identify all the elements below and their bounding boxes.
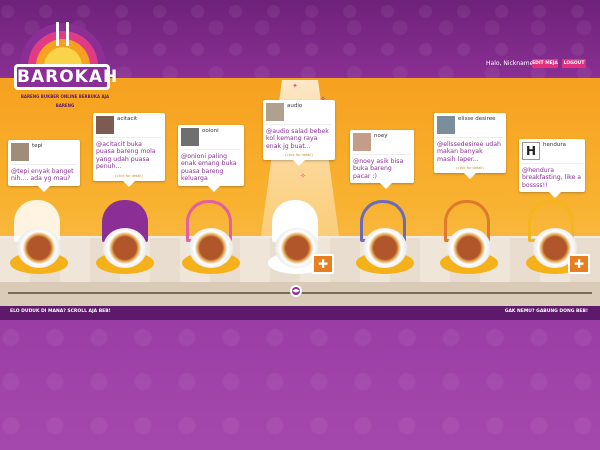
join-link[interactable]: GAK NEMU? GABUNG DONG BEB!: [505, 309, 588, 314]
avatar[interactable]: [96, 116, 114, 134]
bubble-username: tepi: [32, 143, 43, 149]
chat-bubble-tepi[interactable]: tepi @tepi enyak banget nih.... ada yg m…: [8, 140, 80, 192]
avatar[interactable]: [437, 116, 455, 134]
bubble-header: acitacit: [96, 116, 162, 138]
scroll-hint-text: ELO DUDUK DI MANA? SCROLL AJA BEB!: [10, 309, 111, 314]
food-plate[interactable]: [17, 228, 61, 268]
bubble-header: elisse desiree: [437, 116, 503, 138]
confetti: ✧: [300, 172, 306, 180]
bubble-username: elisse desiree: [458, 116, 496, 122]
bubble-message: @noey asik bisa buka bareng pacar :): [353, 158, 404, 180]
bubble-username: hendura: [543, 142, 566, 148]
food-plate[interactable]: [363, 228, 407, 268]
gift-icon[interactable]: ✚: [568, 254, 590, 274]
logo-title: BAROKAH: [14, 64, 117, 90]
bubble-header: ooioni: [181, 128, 241, 150]
bubble-username: audio: [287, 103, 303, 109]
bubble-header: noey: [353, 133, 411, 155]
avatar[interactable]: [353, 133, 371, 151]
detail-link[interactable]: (click for detail): [266, 153, 332, 157]
bubble-header: audio: [266, 103, 332, 125]
edit-table-button[interactable]: EDIT MEJA: [532, 59, 558, 68]
bubble-message: @elissedesiree udah makan banyak masih l…: [437, 141, 501, 163]
confetti: ✦: [292, 82, 298, 90]
bubble-username: acitacit: [117, 116, 138, 122]
barokah-logo[interactable]: BAROKAH BARENG BUKBER ONLINE BERBUKA AJA…: [8, 8, 118, 108]
logout-button[interactable]: LOGOUT: [562, 59, 586, 68]
bubble-message: @hendura breakfasting, like a bossss!!: [522, 167, 582, 189]
chat-bubble-hendura[interactable]: H hendura @hendura breakfasting, like a …: [519, 139, 585, 199]
footer-background: [0, 320, 600, 450]
food-plate[interactable]: [447, 228, 491, 268]
chat-bubble-audio[interactable]: audio @audio salad bebek kol kemang raya…: [263, 100, 335, 167]
detail-link[interactable]: (click for detail): [96, 174, 162, 178]
bubble-username: ooioni: [202, 128, 219, 134]
chat-bubble-noey[interactable]: noey @noey asik bisa buka bareng pacar :…: [350, 130, 414, 190]
bubble-message: @onioni paling enak emang buka puasa bar…: [181, 153, 237, 183]
chat-bubble-elisse-desiree[interactable]: elisse desiree @elissedesiree udah makan…: [434, 113, 506, 180]
game-stage: ✦ ✧ ✦ ✦ ✧ BAROKAH BARENG BUKBER ONLINE B…: [0, 0, 600, 450]
food-plate[interactable]: [189, 228, 233, 268]
logo-tagline: BARENG BUKBER ONLINE BERBUKA AJA BARENG: [20, 92, 110, 108]
bubble-message: @acitacit buka puasa bareng mola yang ud…: [96, 141, 156, 171]
gift-icon[interactable]: ✚: [312, 254, 334, 274]
bubble-message: @audio salad bebek kol kemang raya enak …: [266, 128, 329, 150]
detail-link[interactable]: (click for detail): [437, 166, 503, 170]
bubble-header: H hendura: [522, 142, 582, 164]
food-plate[interactable]: [103, 228, 147, 268]
bubble-username: noey: [374, 133, 388, 139]
avatar[interactable]: [266, 103, 284, 121]
avatar[interactable]: H: [522, 142, 540, 160]
bubble-header: tepi: [11, 143, 77, 165]
avatar[interactable]: [181, 128, 199, 146]
chat-bubble-ooioni[interactable]: ooioni @onioni paling enak emang buka pu…: [178, 125, 244, 192]
seat-scroll-handle[interactable]: ◀▶: [290, 285, 302, 297]
logo-emblem-icon: [20, 22, 106, 66]
avatar[interactable]: [11, 143, 29, 161]
chat-bubble-acitacit[interactable]: acitacit @acitacit buka puasa bareng mol…: [93, 113, 165, 187]
greeting-text: Halo, Nickname: [486, 60, 534, 67]
bubble-message: @tepi enyak banget nih.... ada yg mau?: [11, 168, 74, 183]
